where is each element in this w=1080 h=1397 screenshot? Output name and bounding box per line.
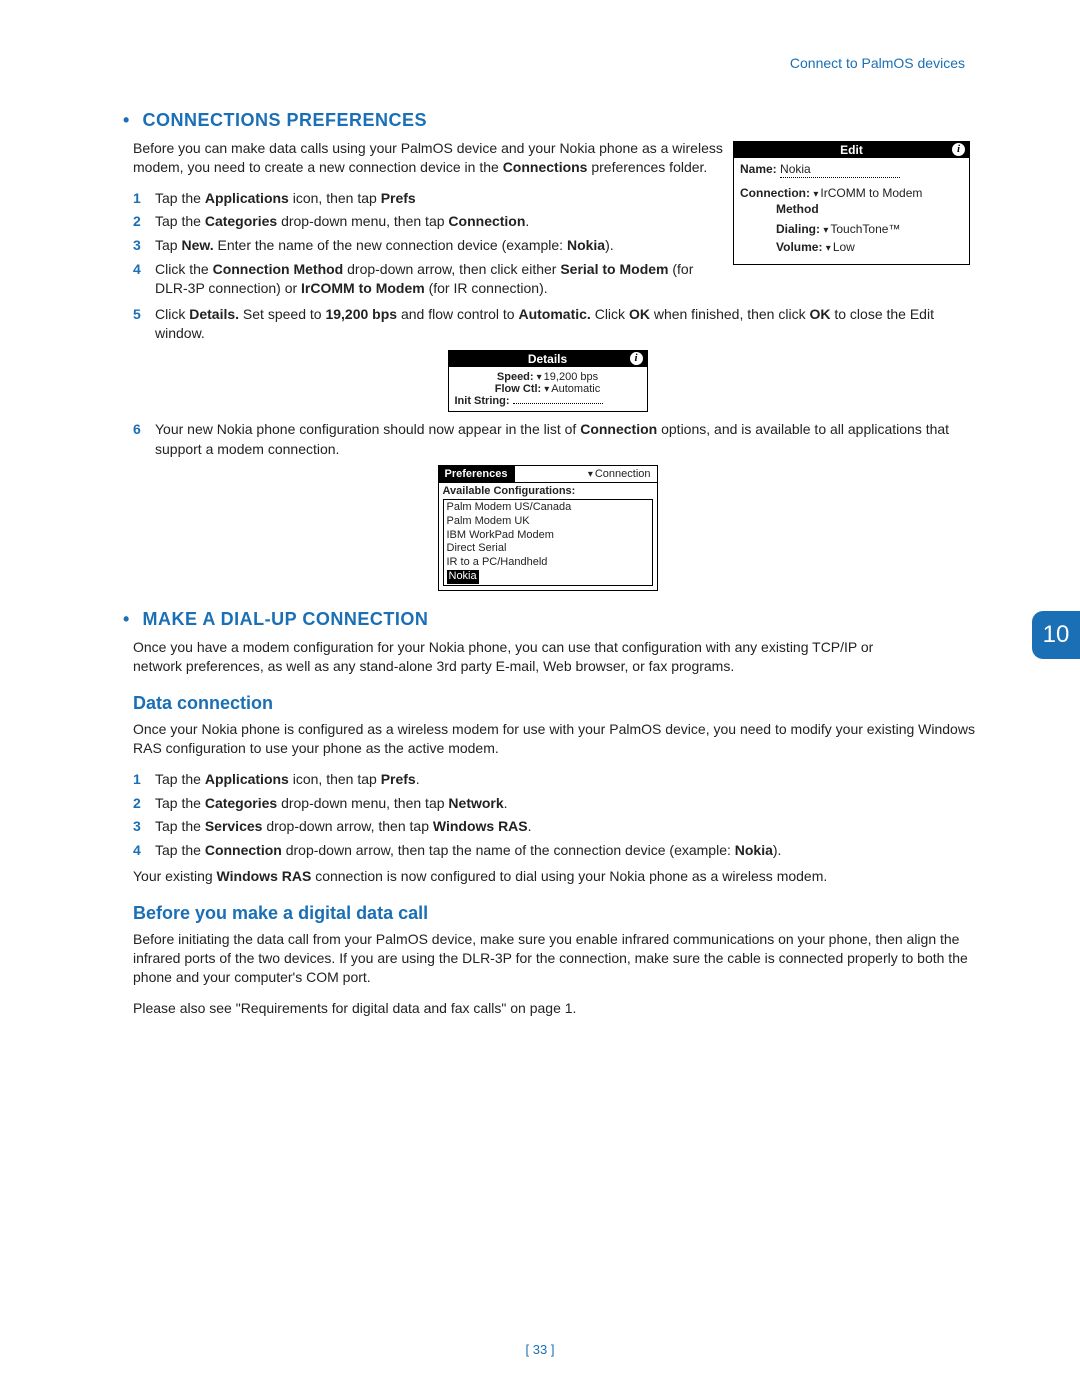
flowctl-label: Flow Ctl: [495, 383, 541, 395]
page-number: [ 33 ] [0, 1342, 1080, 1357]
list-item: IR to a PC/Handheld [447, 556, 649, 570]
chapter-badge: 10 [1032, 611, 1080, 659]
prefs-title: Preferences [439, 466, 515, 482]
details-title: Details [528, 352, 567, 366]
edit-titlebar: Edit i [734, 142, 969, 158]
name-label: Name: [740, 162, 777, 176]
sub1-note: Your existing Windows RAS connection is … [133, 867, 980, 886]
list-item: 4Tap the Connection drop-down arrow, the… [133, 841, 980, 861]
section-connections-preferences: • CONNECTIONS PREFERENCES [115, 110, 980, 131]
info-icon: i [952, 143, 965, 156]
connection-label: Connection: [740, 186, 810, 200]
edit-screenshot: Edit i Name: Nokia Connection: IrCOMM to… [733, 141, 970, 265]
list-item: IBM WorkPad Modem [447, 529, 649, 543]
section1-steps-part2: 5Click Details. Set speed to 19,200 bps … [133, 305, 980, 344]
edit-title: Edit [840, 143, 863, 157]
list-item: 3Tap the Services drop-down arrow, then … [133, 817, 980, 837]
sub2-p2: Please also see "Requirements for digita… [133, 999, 980, 1018]
list-item: 2Tap the Categories drop-down menu, then… [133, 794, 980, 814]
volume-label: Volume: [776, 240, 822, 254]
list-item-selected: Nokia [447, 570, 649, 584]
section1-intro: Before you can make data calls using you… [133, 139, 725, 177]
list-item: Palm Modem US/Canada [447, 501, 649, 515]
section2-intro: Once you have a modem configuration for … [133, 638, 980, 676]
bullet-icon: • [123, 110, 131, 131]
sub1-intro: Once your Nokia phone is configured as a… [133, 720, 980, 758]
prefs-subheader: Available Configurations: [439, 483, 657, 497]
list-item: Direct Serial [447, 542, 649, 556]
prefs-category: Connection [515, 466, 657, 482]
details-titlebar: Details i [449, 351, 647, 367]
section1-steps-part3: 6Your new Nokia phone configuration shou… [133, 420, 980, 459]
list-item: 6Your new Nokia phone configuration shou… [133, 420, 980, 459]
speed-label: Speed: [497, 371, 534, 383]
sub1-steps: 1Tap the Applications icon, then tap Pre… [133, 770, 980, 860]
speed-value: 19,200 bps [537, 371, 598, 383]
volume-value: Low [826, 240, 855, 254]
section-title: MAKE A DIAL-UP CONNECTION [143, 609, 429, 629]
bullet-icon: • [123, 609, 131, 630]
header-breadcrumb: Connect to PalmOS devices [790, 55, 965, 71]
subsection-data-connection: Data connection [133, 693, 980, 714]
name-value: Nokia [780, 162, 900, 178]
initstring-value [513, 402, 603, 404]
flowctl-value: Automatic [544, 383, 600, 395]
initstring-label: Init String: [455, 395, 510, 407]
dialing-label: Dialing: [776, 222, 820, 236]
connection-value: IrCOMM to Modem [813, 186, 922, 200]
method-label: Method [776, 202, 963, 216]
preferences-screenshot: Preferences Connection Available Configu… [438, 465, 658, 591]
subsection-before-call: Before you make a digital data call [133, 903, 980, 924]
details-screenshot: Details i Speed: 19,200 bps Flow Ctl: Au… [448, 350, 648, 412]
dialing-value: TouchTone™ [823, 222, 900, 236]
prefs-list: Palm Modem US/Canada Palm Modem UK IBM W… [443, 499, 653, 586]
list-item: Palm Modem UK [447, 515, 649, 529]
section-title: CONNECTIONS PREFERENCES [143, 110, 428, 130]
info-icon: i [630, 352, 643, 365]
list-item: 4Click the Connection Method drop-down a… [133, 260, 980, 299]
list-item: 5Click Details. Set speed to 19,200 bps … [133, 305, 980, 344]
section-make-dialup: • MAKE A DIAL-UP CONNECTION [115, 609, 980, 630]
list-item: 1Tap the Applications icon, then tap Pre… [133, 770, 980, 790]
sub2-p1: Before initiating the data call from you… [133, 930, 980, 987]
